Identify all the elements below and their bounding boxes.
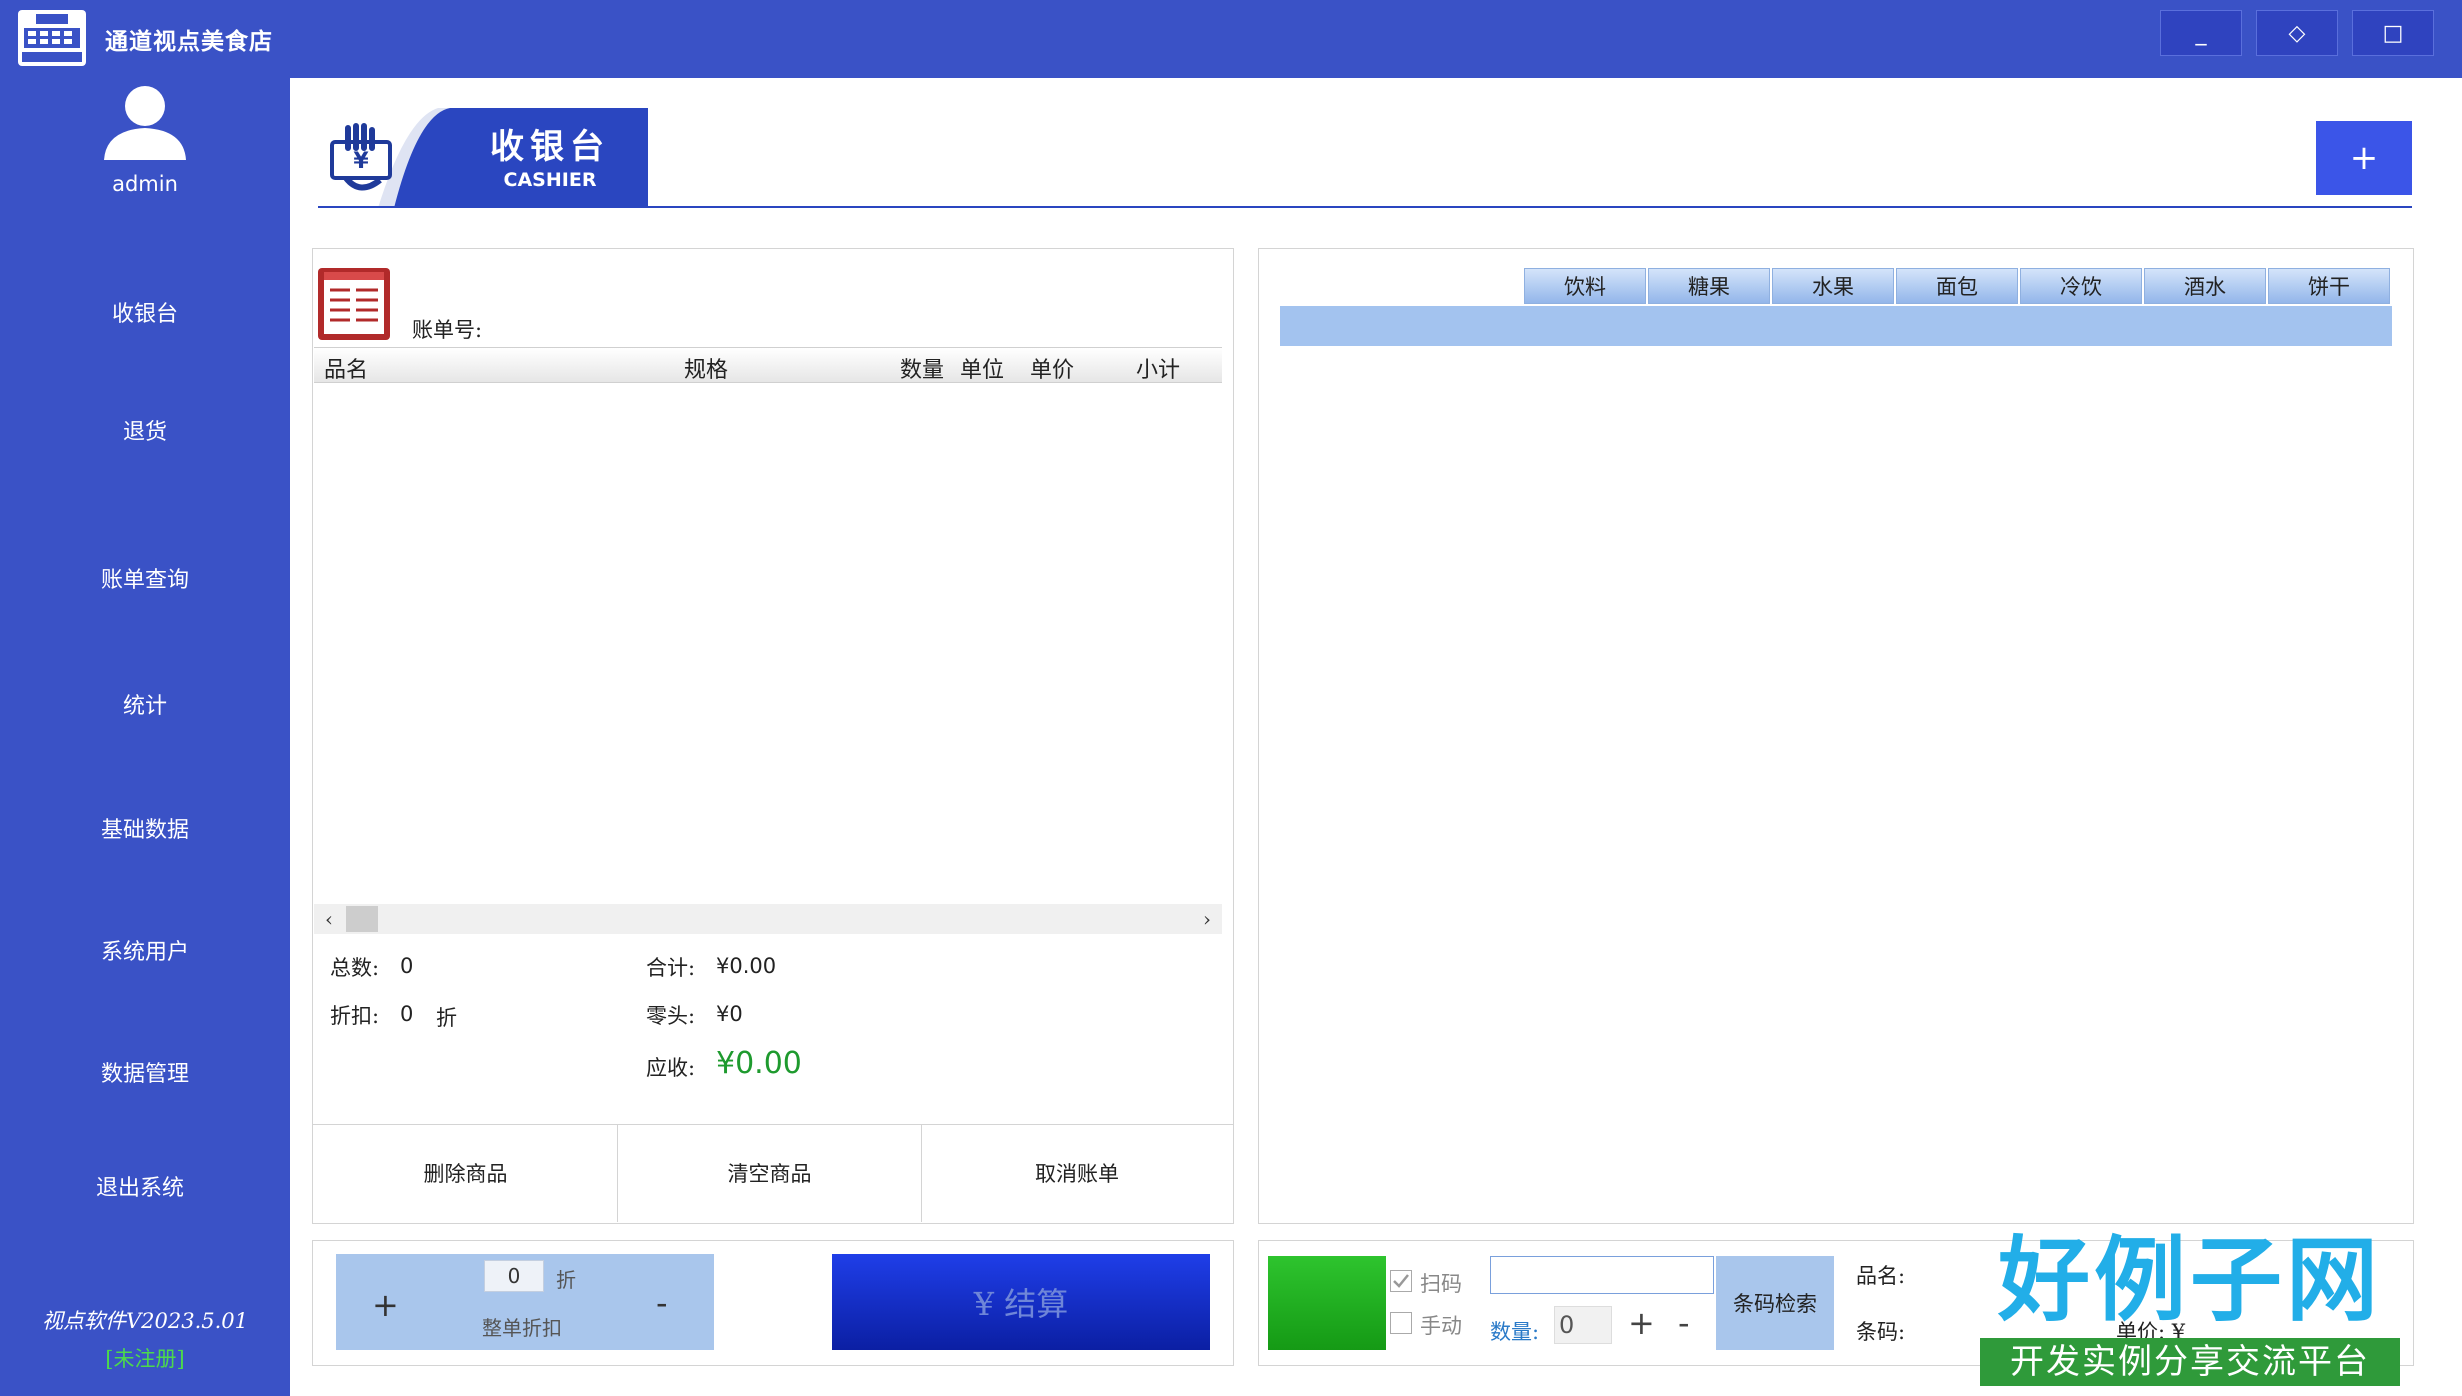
sidebar-item-basic-data[interactable]: 基础数据 [0,812,290,844]
barcode-search-button[interactable]: 条码检索 [1716,1256,1834,1350]
column-header-unit[interactable]: 单位 [960,352,1004,384]
cancel-bill-button[interactable]: 取消账单 [922,1124,1232,1222]
column-header-price[interactable]: 单价 [1030,352,1074,384]
bill-icon [318,268,390,340]
registration-status: [未注册] [105,1347,185,1371]
discount-input-unit: 折 [556,1268,576,1292]
banner-title: 收银台 [490,127,610,167]
title-bar [0,0,2462,78]
order-discount-label: 整单折扣 [482,1316,562,1340]
barcode-input[interactable] [1490,1256,1714,1294]
add-button[interactable]: + [2316,121,2412,195]
discount-unit: 折 [436,1006,457,1030]
column-header-qty[interactable]: 数量 [900,352,944,384]
category-tab-liquor[interactable]: 酒水 [2144,268,2266,304]
amount-due-value: ¥0.00 [716,1046,802,1081]
version-text: 视点软件V2023.5.01 [41,1309,249,1333]
scroll-left-arrow-icon[interactable]: ‹ [314,904,344,934]
banner-subtitle: CASHIER [504,169,597,191]
amount-due-label: 应收: [646,1056,696,1080]
scan-checkbox[interactable] [1390,1270,1412,1292]
category-tab-candy[interactable]: 糖果 [1648,268,1770,304]
quantity-increase-button[interactable]: + [1628,1304,1655,1342]
sidebar-item-bill-query[interactable]: 账单查询 [0,562,290,594]
sum-label: 合计: [646,956,696,980]
banner-divider [318,206,2412,208]
minimize-button[interactable]: _ [2160,10,2242,56]
bill-horizontal-scrollbar[interactable]: ‹ › [314,904,1222,934]
category-tab-fruit[interactable]: 水果 [1772,268,1894,304]
restore-button[interactable]: ◇ [2256,10,2338,56]
watermark-brand-text: 好例子网 [1997,1227,2382,1334]
category-tab-bread[interactable]: 面包 [1896,268,2018,304]
bill-table-header: 品名 规格 数量 单位 单价 小计 [314,347,1222,383]
sidebar-item-returns[interactable]: 退货 [0,414,290,446]
rounding-value: ¥0 [716,1002,743,1026]
sidebar-item-statistics[interactable]: 统计 [0,688,290,720]
discount-decrease-button[interactable]: - [656,1284,668,1322]
clear-items-button[interactable]: 清空商品 [618,1124,922,1222]
sum-value: ¥0.00 [716,954,777,978]
scroll-thumb[interactable] [346,906,378,932]
category-tab-drinks[interactable]: 饮料 [1524,268,1646,304]
column-header-subtotal[interactable]: 小计 [1136,352,1180,384]
checkout-button[interactable]: ¥ 结算 [832,1254,1210,1350]
bill-number-label: 账单号: [412,318,483,342]
discount-increase-button[interactable]: + [372,1286,399,1324]
scan-label: 扫码 [1420,1272,1462,1296]
check-icon [1393,1274,1409,1288]
svg-text:¥: ¥ [353,149,369,174]
discount-label: 折扣: [330,1004,380,1028]
category-tab-cold-drinks[interactable]: 冷饮 [2020,268,2142,304]
total-count-label: 总数: [330,956,380,980]
maximize-button[interactable]: □ [2352,10,2434,56]
column-header-spec[interactable]: 规格 [684,352,728,384]
scan-confirm-button[interactable] [1268,1256,1386,1350]
discount-value: 0 [400,1002,414,1026]
scroll-right-arrow-icon[interactable]: › [1192,904,1222,934]
product-panel [1258,248,2414,1224]
quantity-label: 数量: [1490,1320,1540,1344]
product-barcode-label: 条码: [1856,1320,1906,1344]
product-name-label: 品名: [1856,1264,1906,1288]
manual-checkbox[interactable] [1390,1312,1412,1334]
cash-register-icon [18,10,86,66]
delete-item-button[interactable]: 删除商品 [314,1124,618,1222]
sidebar-item-system-users[interactable]: 系统用户 [0,934,290,966]
watermark-badge: 好例子网 开发实例分享交流平台 [1980,1226,2400,1396]
total-count-value: 0 [400,954,414,978]
user-name: admin [112,172,178,196]
quantity-decrease-button[interactable]: - [1678,1304,1690,1342]
quantity-input[interactable]: 0 [1554,1306,1612,1344]
column-header-name[interactable]: 品名 [324,352,368,384]
user-avatar-icon [104,86,186,160]
rounding-label: 零头: [646,1004,696,1028]
category-product-strip [1280,306,2392,346]
cashier-banner: ¥ 收银台 CASHIER [318,108,648,208]
watermark-tagline: 开发实例分享交流平台 [1980,1338,2400,1386]
manual-label: 手动 [1420,1314,1462,1338]
sidebar-item-cashier[interactable]: 收银台 [0,296,290,328]
app-title: 通道视点美食店 [105,28,273,55]
category-tab-biscuits[interactable]: 饼干 [2268,268,2390,304]
discount-input[interactable]: 0 [484,1260,544,1292]
sidebar-item-data-management[interactable]: 数据管理 [0,1056,290,1088]
sidebar-item-exit[interactable]: 退出系统 [0,1170,280,1202]
